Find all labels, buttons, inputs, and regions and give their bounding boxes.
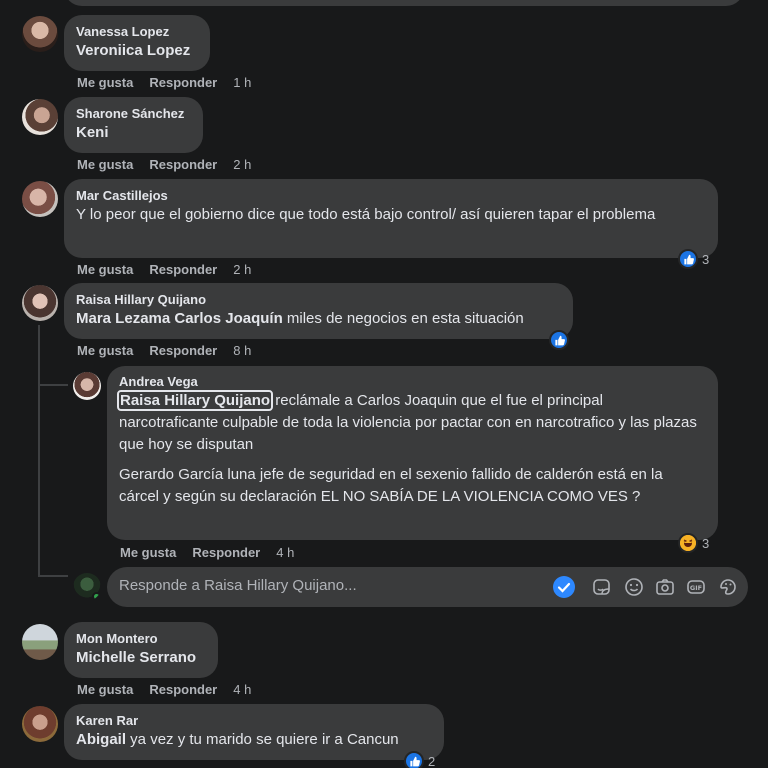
reply-author[interactable]: Andrea Vega xyxy=(119,374,706,390)
comment-bubble: Mar Castillejos Y lo peor que el gobiern… xyxy=(64,179,718,258)
reply-bubble: Andrea Vega Raisa Hillary Quijano reclám… xyxy=(107,366,718,540)
reply-button[interactable]: Responder xyxy=(149,75,217,90)
like-button[interactable]: Me gusta xyxy=(77,682,133,697)
comment-bubble: Sharone Sánchez Keni xyxy=(64,97,203,153)
timestamp[interactable]: 1 h xyxy=(233,75,251,90)
comment-mention[interactable]: Veroniica Lopez xyxy=(76,42,190,59)
timestamp[interactable]: 4 h xyxy=(233,682,251,697)
comment-actions: Me gusta Responder 4 h xyxy=(77,682,267,698)
sticker-icon[interactable] xyxy=(592,577,612,597)
comment-author[interactable]: Sharone Sánchez xyxy=(76,105,191,122)
reaction-count: 2 xyxy=(428,753,436,768)
comment-bubble: Mon Montero Michelle Serrano xyxy=(64,622,218,678)
thread-connector xyxy=(38,384,68,386)
like-reaction-icon xyxy=(549,330,569,350)
comment-author[interactable]: Mar Castillejos xyxy=(76,187,706,204)
reply-button[interactable]: Responder xyxy=(149,262,217,277)
reply-input-box[interactable]: Responde a Raisa Hillary Quijano... GIF xyxy=(107,567,748,607)
like-button[interactable]: Me gusta xyxy=(77,343,133,358)
camera-icon[interactable] xyxy=(655,577,675,597)
reply-actions: Me gusta Responder 4 h xyxy=(120,545,310,561)
reply-button[interactable]: Responder xyxy=(149,682,217,697)
comment-mention[interactable]: Keni xyxy=(76,124,109,141)
comment-actions: Me gusta Responder 2 h xyxy=(77,262,267,278)
like-button[interactable]: Me gusta xyxy=(77,157,133,172)
reply-text: Gerardo García luna jefe de seguridad en… xyxy=(119,466,663,505)
like-button[interactable]: Me gusta xyxy=(77,262,133,277)
reaction-summary[interactable]: 3 xyxy=(678,249,709,269)
comment-mention[interactable]: Abigail xyxy=(76,731,126,748)
timestamp[interactable]: 4 h xyxy=(276,545,294,560)
comment-text: Y lo peor que el gobierno dice que todo … xyxy=(76,206,656,223)
timestamp[interactable]: 8 h xyxy=(233,343,251,358)
thread-connector xyxy=(38,575,68,577)
reply-button[interactable]: Responder xyxy=(149,343,217,358)
avatar[interactable] xyxy=(73,372,101,400)
gif-icon[interactable]: GIF xyxy=(686,577,706,597)
reaction-summary[interactable]: 3 xyxy=(678,533,709,553)
comment-author[interactable]: Karen Rar xyxy=(76,712,432,729)
comment-text: miles de negocios en esta situación xyxy=(282,310,524,327)
timestamp[interactable]: 2 h xyxy=(233,157,251,172)
reaction-summary[interactable]: 2 xyxy=(404,751,435,768)
comment-author[interactable]: Raisa Hillary Quijano xyxy=(76,291,561,308)
reply-mention[interactable]: Raisa Hillary Quijano xyxy=(116,390,274,411)
avatar[interactable] xyxy=(22,624,58,660)
comment-author[interactable]: Mon Montero xyxy=(76,630,206,647)
previous-comment-bubble xyxy=(64,0,744,6)
emoji-icon[interactable] xyxy=(624,577,644,597)
comment-bubble: Karen Rar Abigail ya vez y tu marido se … xyxy=(64,704,444,760)
reaction-count: 3 xyxy=(702,535,710,551)
like-reaction-icon xyxy=(404,751,424,768)
haha-reaction-icon xyxy=(678,533,698,553)
avatar-sticker-icon[interactable] xyxy=(718,577,738,597)
comment-mention[interactable]: Mara Lezama Carlos Joaquín xyxy=(76,310,283,327)
avatar[interactable] xyxy=(22,706,58,742)
comment-actions: Me gusta Responder 8 h xyxy=(77,343,267,359)
comment-text: ya vez y tu marido se quiere ir a Cancun xyxy=(126,731,399,748)
comment-author[interactable]: Vanessa Lopez xyxy=(76,23,198,40)
reply-input-placeholder[interactable]: Responde a Raisa Hillary Quijano... xyxy=(119,577,357,594)
comment-actions: Me gusta Responder 2 h xyxy=(77,157,267,173)
avatar[interactable] xyxy=(22,181,58,217)
avatar[interactable] xyxy=(22,285,58,321)
comment-mention[interactable]: Michelle Serrano xyxy=(76,649,196,666)
svg-text:GIF: GIF xyxy=(690,584,702,592)
timestamp[interactable]: 2 h xyxy=(233,262,251,277)
comment-actions: Me gusta Responder 1 h xyxy=(77,75,267,91)
thread-line xyxy=(38,325,40,575)
reply-button[interactable]: Responder xyxy=(149,157,217,172)
reaction-summary[interactable] xyxy=(549,330,569,350)
check-icon[interactable] xyxy=(553,576,575,598)
reply-button[interactable]: Responder xyxy=(192,545,260,560)
like-reaction-icon xyxy=(678,249,698,269)
like-button[interactable]: Me gusta xyxy=(77,75,133,90)
avatar[interactable] xyxy=(22,99,58,135)
comment-bubble: Vanessa Lopez Veroniica Lopez xyxy=(64,15,210,71)
reaction-count: 3 xyxy=(702,251,710,267)
like-button[interactable]: Me gusta xyxy=(120,545,176,560)
comment-bubble: Raisa Hillary Quijano Mara Lezama Carlos… xyxy=(64,283,573,339)
current-user-avatar xyxy=(73,573,101,601)
avatar[interactable] xyxy=(22,16,58,52)
